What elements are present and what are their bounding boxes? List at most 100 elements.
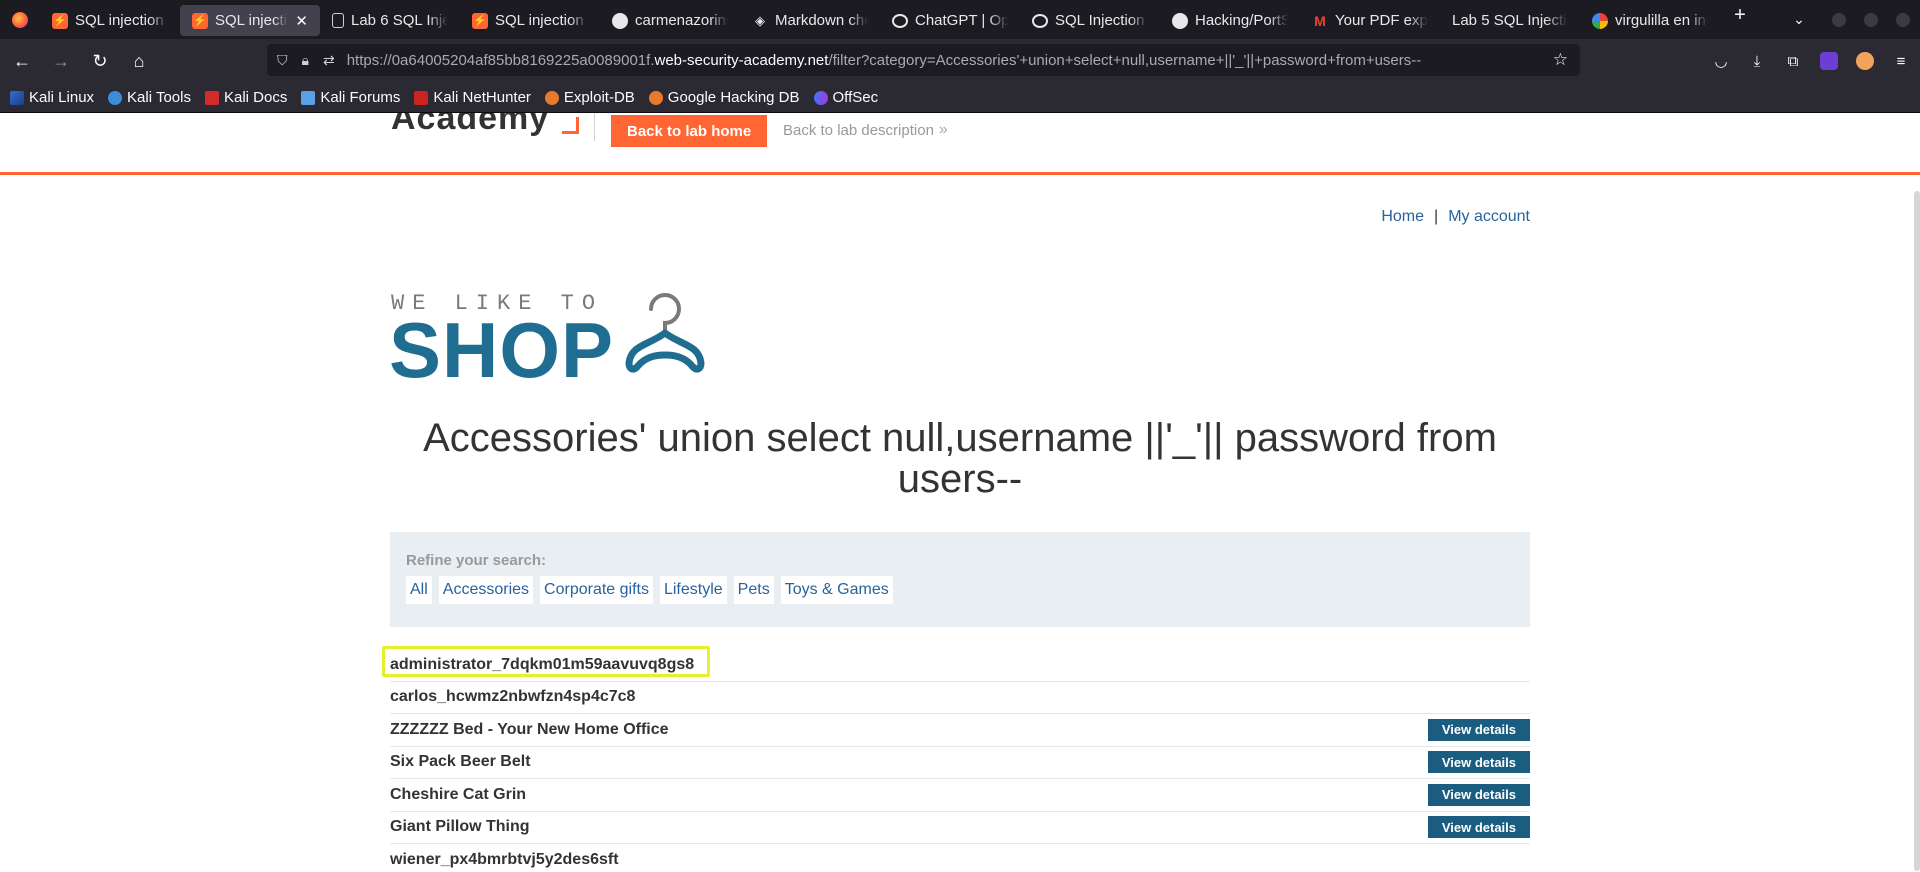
- view-details-button[interactable]: View details: [1427, 718, 1530, 741]
- view-details-button[interactable]: View details: [1427, 751, 1530, 774]
- hamburger-menu-icon[interactable]: ≡: [1888, 48, 1914, 74]
- extension-purple-icon[interactable]: [1820, 52, 1838, 70]
- tab-sql-injection-v[interactable]: SQL Injection V: [1020, 5, 1160, 36]
- tab-gmail-pdf[interactable]: M Your PDF expo: [1300, 5, 1440, 36]
- url-text[interactable]: https://0a64005204af85bb8169225a0089001f…: [347, 52, 1422, 69]
- chatgpt-icon: [892, 13, 908, 28]
- academy-logo[interactable]: Academy: [391, 113, 580, 138]
- address-bar[interactable]: ⛉ 🔒︎ ⇄ https://0a64005204af85bb8169225a0…: [267, 44, 1580, 76]
- view-details-button[interactable]: View details: [1427, 783, 1530, 806]
- tab-sql-injection-active[interactable]: ⚡ SQL injection ✕: [180, 5, 320, 36]
- table-row: Cheshire Cat Grin View details: [390, 779, 1530, 812]
- page-scrollbar[interactable]: [1914, 191, 1920, 871]
- home-icon[interactable]: ⌂: [122, 44, 156, 78]
- shop-logo-word: SHOP: [389, 306, 615, 394]
- reload-icon[interactable]: ↻: [83, 44, 117, 78]
- tab-google-virgulilla[interactable]: virgulilla en ing: [1580, 5, 1720, 36]
- list-all-tabs-icon[interactable]: ⌄: [1784, 11, 1814, 28]
- category-filters: All Accessories Corporate gifts Lifestyl…: [406, 576, 893, 604]
- tab-label: SQL injection c: [495, 12, 588, 29]
- bookmark-kali-forums[interactable]: Kali Forums: [301, 89, 400, 106]
- window-controls: ⌄: [1784, 0, 1920, 39]
- tab-lab-6[interactable]: Lab 6 SQL Injec: [320, 5, 460, 36]
- filter-all[interactable]: All: [406, 576, 432, 604]
- close-window-button[interactable]: [1896, 12, 1910, 27]
- lab-header: Academy Back to lab home Back to lab des…: [0, 113, 1920, 175]
- bookmark-kali-tools[interactable]: Kali Tools: [108, 89, 191, 106]
- tab-lab-5[interactable]: Lab 5 SQL Injectio: [1440, 5, 1580, 36]
- web-page: Academy Back to lab home Back to lab des…: [0, 113, 1920, 872]
- navigation-toolbar: ← → ↻ ⌂ ⛉ 🔒︎ ⇄ https://0a64005204af85bb8…: [0, 39, 1920, 83]
- bookmarks-toolbar: Kali Linux Kali Tools Kali Docs Kali For…: [0, 83, 1920, 113]
- tab-label: SQL injection -: [75, 12, 168, 29]
- pocket-icon[interactable]: ◡: [1708, 48, 1734, 74]
- document-icon: [332, 13, 344, 28]
- tab-github-hacking[interactable]: Hacking/PortSw: [1160, 5, 1300, 36]
- extensions-icon[interactable]: ⧉: [1780, 48, 1806, 74]
- tab-chatgpt[interactable]: ChatGPT | Ope: [880, 5, 1020, 36]
- nav-separator: |: [1434, 208, 1439, 225]
- maximize-window-button[interactable]: [1864, 12, 1878, 27]
- bookmark-kali-docs[interactable]: Kali Docs: [204, 89, 288, 106]
- bookmark-star-icon[interactable]: ☆: [1553, 50, 1568, 70]
- account-nav: Home | My account: [1381, 208, 1530, 226]
- view-details-button[interactable]: View details: [1427, 816, 1530, 839]
- my-account-link[interactable]: My account: [1448, 208, 1530, 226]
- bookmark-google-hacking-db[interactable]: Google Hacking DB: [648, 89, 800, 106]
- exploit-db-icon: [544, 90, 559, 105]
- close-tab-icon[interactable]: ✕: [295, 12, 308, 30]
- permissions-icon[interactable]: ⇄: [323, 52, 335, 69]
- minimize-window-button[interactable]: [1832, 12, 1846, 27]
- back-to-lab-home-button[interactable]: Back to lab home: [611, 115, 768, 147]
- bookmark-label: Kali NetHunter: [433, 89, 531, 106]
- nethunter-icon: [414, 90, 429, 105]
- bookmark-label: Exploit-DB: [563, 89, 635, 106]
- tab-markdown[interactable]: ◈ Markdown che: [740, 5, 880, 36]
- ghdb-icon: [648, 90, 663, 105]
- filter-accessories[interactable]: Accessories: [438, 576, 534, 604]
- extension-badge-icon[interactable]: [1856, 52, 1874, 70]
- downloads-icon[interactable]: ⤓: [1744, 48, 1770, 74]
- bookmark-kali-linux[interactable]: Kali Linux: [10, 89, 94, 106]
- home-link[interactable]: Home: [1381, 208, 1424, 226]
- bookmark-label: Google Hacking DB: [667, 89, 800, 106]
- tab-github-carmenazorinn[interactable]: carmenazorinn: [600, 5, 740, 36]
- filter-lifestyle[interactable]: Lifestyle: [659, 576, 727, 604]
- filter-corporate-gifts[interactable]: Corporate gifts: [540, 576, 653, 604]
- bookmark-exploit-db[interactable]: Exploit-DB: [544, 89, 635, 106]
- bookmark-label: Kali Tools: [127, 89, 191, 106]
- portswigger-icon: ⚡: [52, 12, 68, 29]
- row-title: Six Pack Beer Belt: [390, 753, 531, 771]
- shop-logo: WE LIKE TO SHOP: [389, 281, 749, 391]
- refine-search-panel: Refine your search: All Accessories Corp…: [390, 532, 1530, 627]
- lock-icon[interactable]: 🔒︎: [302, 52, 309, 69]
- bookmark-offsec[interactable]: OffSec: [813, 89, 878, 106]
- tab-label: Markdown che: [775, 12, 868, 29]
- bookmark-kali-nethunter[interactable]: Kali NetHunter: [414, 89, 531, 106]
- row-title: Giant Pillow Thing: [390, 818, 530, 836]
- forward-arrow-icon[interactable]: →: [44, 44, 78, 78]
- tab-label: virgulilla en ing: [1615, 12, 1708, 29]
- highlight-box: [382, 646, 710, 677]
- tab-label: ChatGPT | Ope: [915, 12, 1008, 29]
- tab-label: carmenazorinn: [635, 12, 728, 29]
- kali-docs-icon: [204, 90, 219, 105]
- tab-label: Lab 5 SQL Injectio: [1452, 12, 1568, 29]
- back-arrow-icon[interactable]: ←: [5, 44, 39, 78]
- back-to-lab-description-link[interactable]: Back to lab description »: [783, 121, 948, 139]
- double-chevron-right-icon: »: [938, 121, 948, 138]
- hanger-icon: [625, 293, 705, 373]
- filter-toys-games[interactable]: Toys & Games: [780, 576, 893, 604]
- kali-forums-icon: [301, 90, 316, 105]
- url-host: web-security-academy.net: [654, 51, 829, 69]
- filter-pets[interactable]: Pets: [733, 576, 774, 604]
- firefox-menu-icon[interactable]: [0, 0, 40, 39]
- bookmark-label: Kali Docs: [223, 89, 288, 106]
- row-title: ZZZZZZ Bed - Your New Home Office: [390, 720, 669, 738]
- github-icon: [1172, 12, 1188, 29]
- offsec-icon: [813, 90, 828, 105]
- tab-sql-injection-1[interactable]: ⚡ SQL injection -: [40, 5, 180, 36]
- new-tab-button[interactable]: +: [1725, 4, 1755, 27]
- tab-sql-injection-cheatsheet[interactable]: ⚡ SQL injection c: [460, 5, 600, 36]
- shield-icon[interactable]: ⛉: [277, 52, 288, 69]
